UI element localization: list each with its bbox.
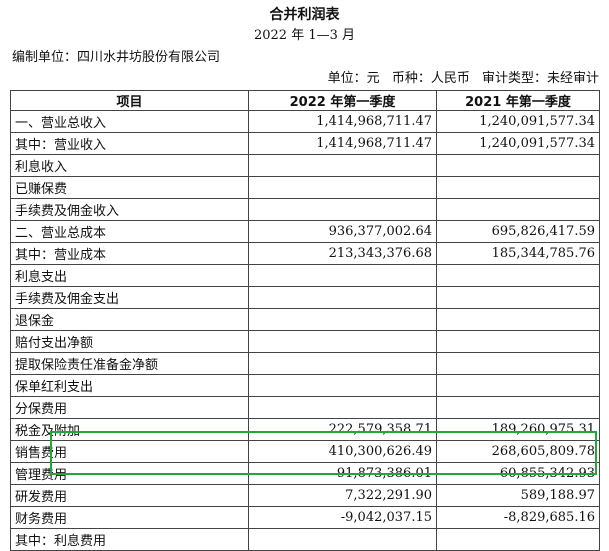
value-2022: -9,042,037.15 — [248, 506, 437, 529]
row-label: 销售费用 — [10, 440, 249, 463]
value-2021 — [436, 374, 600, 397]
row-label: 其中：营业收入 — [10, 132, 249, 155]
table-row: 手续费及佣金支出 — [10, 286, 600, 309]
audit-type-label: 审计类型：未经审计 — [481, 71, 599, 86]
value-2022 — [248, 528, 437, 551]
value-2021 — [436, 528, 600, 551]
row-label: 手续费及佣金收入 — [10, 198, 249, 221]
value-2022: 410,300,626.49 — [248, 440, 437, 463]
report-title: 合并利润表 — [269, 7, 340, 23]
value-2022 — [248, 264, 437, 287]
value-2021 — [436, 396, 600, 419]
table-row: 手续费及佣金收入 — [10, 198, 600, 221]
column-header-item: 项目 — [10, 90, 249, 111]
value-2022 — [248, 374, 437, 397]
value-2021 — [436, 176, 600, 199]
row-label: 赔付支出净额 — [10, 330, 249, 353]
table-row: 已赚保费 — [10, 176, 600, 199]
value-2022: 1,414,968,711.47 — [248, 110, 437, 133]
table-row: 利息收入 — [10, 154, 600, 177]
value-2022 — [248, 286, 437, 309]
value-2022: 936,377,002.64 — [248, 220, 437, 243]
value-2021: -8,829,685.16 — [436, 506, 600, 529]
value-2022: 91,873,386.01 — [248, 462, 437, 485]
value-2021: 268,605,809.78 — [436, 440, 600, 463]
value-2022: 7,322,291.90 — [248, 484, 437, 507]
row-label: 财务费用 — [10, 506, 249, 529]
column-header-2022: 2022 年第一季度 — [248, 90, 437, 111]
compiler-line: 编制单位：四川水井坊股份有限公司 — [12, 50, 221, 65]
value-2022 — [248, 308, 437, 331]
row-label: 保单红利支出 — [10, 374, 249, 397]
value-2021 — [436, 264, 600, 287]
report-period: 2022 年 1—3 月 — [253, 28, 356, 43]
table-row: 管理费用 91,873,386.01 60,855,342.93 — [10, 462, 600, 485]
value-2021 — [436, 352, 600, 375]
table-row: 二、营业总成本 936,377,002.64 695,826,417.59 — [10, 220, 600, 243]
table-row: 保单红利支出 — [10, 374, 600, 397]
value-2022: 213,343,376.68 — [248, 242, 437, 265]
table-row: 分保费用 — [10, 396, 600, 419]
report-meta: 单位：元 币种：人民币 审计类型：未经审计 — [320, 67, 599, 86]
table-row: 税金及附加 222,579,358.71 189,260,975.31 — [10, 418, 600, 441]
value-2022 — [248, 154, 437, 177]
column-header-2021: 2021 年第一季度 — [436, 90, 600, 111]
table-row: 提取保险责任准备金净额 — [10, 352, 600, 375]
table-row: 研发费用 7,322,291.90 589,188.97 — [10, 484, 600, 507]
table-header-row: 项目 2022 年第一季度 2021 年第一季度 — [10, 90, 600, 111]
value-2021 — [436, 154, 600, 177]
row-label: 税金及附加 — [10, 418, 249, 441]
value-2021 — [436, 198, 600, 221]
value-2021: 189,260,975.31 — [436, 418, 600, 441]
table-row: 其中：营业收入 1,414,968,711.47 1,240,091,577.34 — [10, 132, 600, 155]
table-row: 其中：利息费用 — [10, 528, 600, 551]
unit-label: 单位：元 — [327, 71, 380, 86]
value-2022: 222,579,358.71 — [248, 418, 437, 441]
table-row: 销售费用 410,300,626.49 268,605,809.78 — [10, 440, 600, 463]
row-label: 分保费用 — [10, 396, 249, 419]
value-2021: 1,240,091,577.34 — [436, 110, 600, 133]
row-label: 利息支出 — [10, 264, 249, 287]
value-2022: 1,414,968,711.47 — [248, 132, 437, 155]
row-label: 退保金 — [10, 308, 249, 331]
value-2021 — [436, 330, 600, 353]
table-row: 财务费用 -9,042,037.15 -8,829,685.16 — [10, 506, 600, 529]
row-label: 其中：营业成本 — [10, 242, 249, 265]
value-2021: 185,344,785.76 — [436, 242, 600, 265]
row-label: 手续费及佣金支出 — [10, 286, 249, 309]
value-2022 — [248, 198, 437, 221]
value-2022 — [248, 176, 437, 199]
income-statement-table: 项目 2022 年第一季度 2021 年第一季度 一、营业总收入 1,414,96… — [10, 90, 600, 551]
table-row: 一、营业总收入 1,414,968,711.47 1,240,091,577.34 — [10, 110, 600, 133]
row-label: 已赚保费 — [10, 176, 249, 199]
row-label: 研发费用 — [10, 484, 249, 507]
row-label: 二、营业总成本 — [10, 220, 249, 243]
table-row: 其中：营业成本 213,343,376.68 185,344,785.76 — [10, 242, 600, 265]
row-label: 管理费用 — [10, 462, 249, 485]
table-row: 赔付支出净额 — [10, 330, 600, 353]
row-label: 提取保险责任准备金净额 — [10, 352, 249, 375]
row-label: 其中：利息费用 — [10, 528, 249, 551]
value-2021: 589,188.97 — [436, 484, 600, 507]
value-2021 — [436, 286, 600, 309]
row-label: 利息收入 — [10, 154, 249, 177]
value-2021: 60,855,342.93 — [436, 462, 600, 485]
currency-label: 币种：人民币 — [391, 71, 470, 86]
value-2022 — [248, 352, 437, 375]
value-2022 — [248, 330, 437, 353]
row-label: 一、营业总收入 — [10, 110, 249, 133]
value-2021: 1,240,091,577.34 — [436, 132, 600, 155]
value-2021 — [436, 308, 600, 331]
table-row: 退保金 — [10, 308, 600, 331]
table-row: 利息支出 — [10, 264, 600, 287]
value-2021: 695,826,417.59 — [436, 220, 600, 243]
value-2022 — [248, 396, 437, 419]
